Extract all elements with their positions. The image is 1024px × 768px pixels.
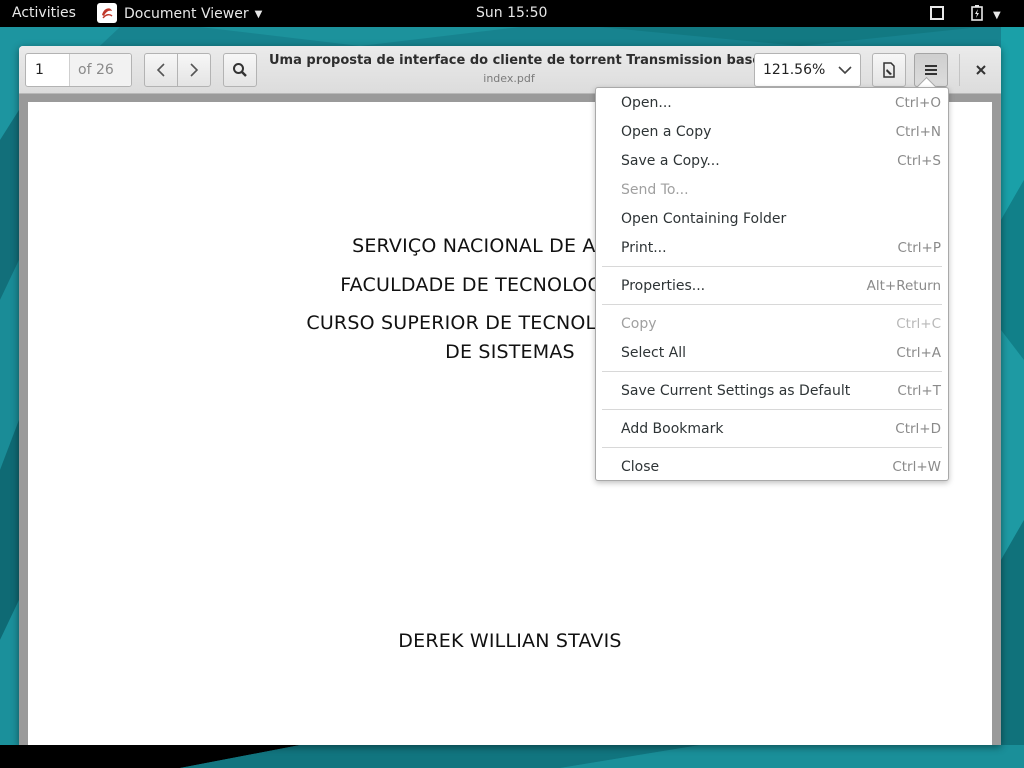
close-window-button[interactable] bbox=[967, 56, 995, 84]
menu-item-select-all[interactable]: Select All Ctrl+A bbox=[596, 339, 948, 367]
menu-item-copy: Copy Ctrl+C bbox=[621, 316, 941, 332]
menu-item-open-containing-folder[interactable]: Open Containing Folder bbox=[596, 205, 948, 233]
document-filename: index.pdf bbox=[483, 72, 535, 85]
chevron-left-icon bbox=[156, 63, 165, 77]
menu-item-print[interactable]: Print... Ctrl+P bbox=[596, 234, 948, 262]
page-total-label: of 26 bbox=[70, 54, 131, 86]
menu-separator bbox=[602, 371, 942, 372]
document-annotate-icon bbox=[883, 62, 895, 78]
chevron-down-icon bbox=[838, 63, 852, 79]
menu-separator bbox=[602, 266, 942, 267]
menu-item-send-to: Send To... bbox=[621, 182, 689, 198]
app-menu[interactable]: Document Viewer ▼ bbox=[97, 3, 262, 23]
menu-item-open-a-copy[interactable]: Open a Copy Ctrl+N bbox=[596, 118, 948, 146]
document-title-block: Uma proposta de interface do cliente de … bbox=[269, 53, 785, 85]
app-name: Document Viewer bbox=[124, 5, 249, 22]
menu-separator bbox=[602, 304, 942, 305]
next-page-button[interactable] bbox=[177, 53, 211, 87]
page-number-input[interactable]: 1 bbox=[26, 54, 70, 86]
search-icon bbox=[233, 63, 247, 77]
battery-icon bbox=[971, 5, 983, 25]
zoom-selector[interactable]: 121.56% bbox=[754, 53, 861, 87]
close-icon bbox=[976, 65, 986, 75]
top-bar: Activities Document Viewer ▼ Sun 15:50 ▼ bbox=[0, 0, 1024, 27]
system-tray[interactable]: ▼ bbox=[930, 5, 1001, 25]
menu-item-add-bookmark[interactable]: Add Bookmark Ctrl+D bbox=[596, 415, 948, 443]
header-separator bbox=[959, 54, 960, 86]
app-popover-menu: Open... Ctrl+O Open a Copy Ctrl+N Save a… bbox=[595, 87, 949, 481]
menu-separator bbox=[602, 409, 942, 410]
document-title: Uma proposta de interface do cliente de … bbox=[269, 53, 785, 68]
document-author: DEREK WILLIAN STAVIS bbox=[398, 630, 622, 652]
menu-item-save-current-settings[interactable]: Save Current Settings as Default Ctrl+T bbox=[596, 377, 948, 405]
zoom-value: 121.56% bbox=[763, 62, 826, 78]
search-button[interactable] bbox=[223, 53, 257, 87]
menu-item-open[interactable]: Open... Ctrl+O bbox=[596, 89, 948, 117]
menu-separator bbox=[602, 447, 942, 448]
clock[interactable]: Sun 15:50 bbox=[476, 5, 547, 21]
menu-item-save-a-copy[interactable]: Save a Copy... Ctrl+S bbox=[596, 147, 948, 175]
caret-down-icon: ▼ bbox=[993, 9, 1001, 21]
chevron-right-icon bbox=[190, 63, 199, 77]
previous-page-button[interactable] bbox=[144, 53, 178, 87]
menu-item-close[interactable]: Close Ctrl+W bbox=[596, 453, 948, 481]
activities-button[interactable]: Activities bbox=[12, 5, 76, 21]
caret-down-icon: ▼ bbox=[254, 8, 263, 20]
annotations-button[interactable] bbox=[872, 53, 906, 87]
window-overview-icon bbox=[930, 6, 944, 24]
hamburger-menu-icon bbox=[925, 65, 937, 75]
menu-item-properties[interactable]: Properties... Alt+Return bbox=[596, 272, 948, 300]
document-viewer-icon bbox=[97, 3, 117, 23]
page-number-entry[interactable]: 1 of 26 bbox=[25, 53, 132, 87]
